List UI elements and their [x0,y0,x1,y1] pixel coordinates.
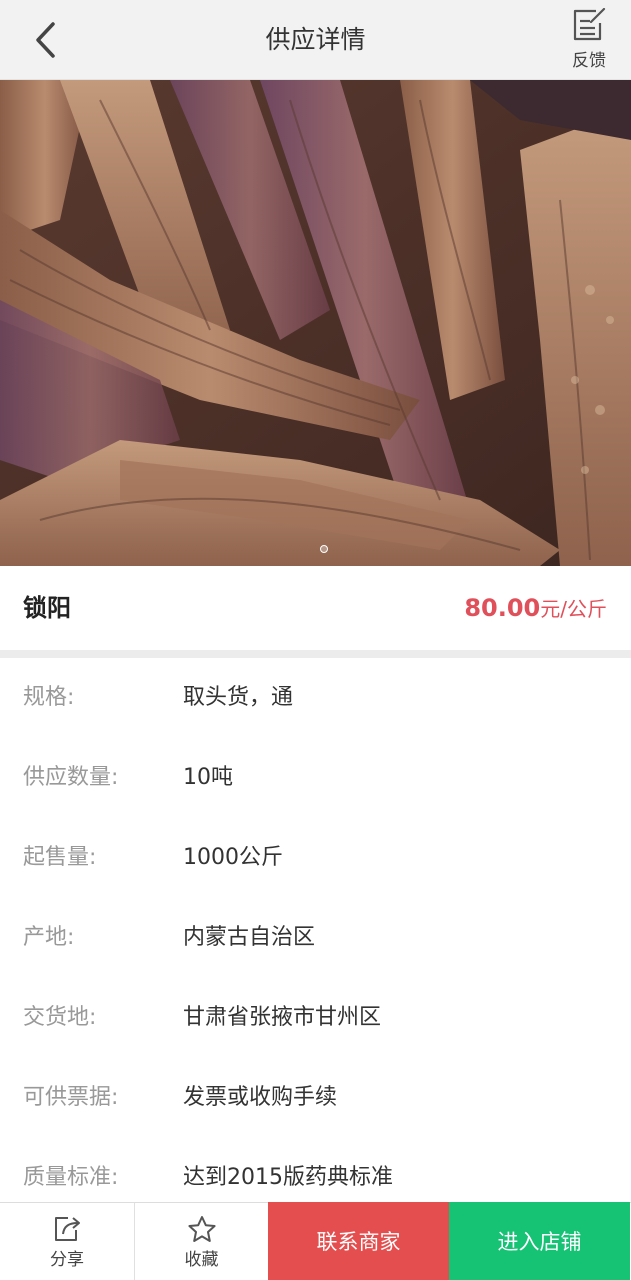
spec-label: 供应数量: [23,765,119,790]
spec-row-delivery-location: 交货地: 甘肃省张掖市甘州区 [0,978,631,1058]
price-value: 80.00 [464,594,541,622]
price-unit: 元/公斤 [540,597,607,621]
spec-value: 甘肃省张掖市甘州区 [183,1005,382,1030]
enter-shop-button[interactable]: 进入店铺 [449,1202,630,1280]
spec-label: 交货地: [23,1005,97,1030]
favorite-label: 收藏 [184,1249,219,1270]
spec-value: 1000公斤 [183,845,283,870]
spec-list: 规格: 取头货，通 供应数量: 10吨 起售量: 1000公斤 产地: 内蒙古自… [0,658,631,1218]
spec-label: 可供票据: [23,1085,119,1110]
product-image-carousel[interactable] [0,80,631,566]
share-label: 分享 [50,1249,84,1270]
bottom-action-bar: 分享 收藏 联系商家 进入店铺 [0,1202,631,1280]
share-button[interactable]: 分享 [0,1203,134,1280]
section-divider [0,650,631,658]
spec-row-invoice: 可供票据: 发票或收购手续 [0,1058,631,1138]
spec-row-supply-quantity: 供应数量: 10吨 [0,738,631,818]
product-name: 锁阳 [23,594,71,622]
spec-value: 内蒙古自治区 [183,925,316,950]
product-price: 80.00元/公斤 [464,566,607,653]
spec-value: 10吨 [183,765,233,790]
product-summary: 锁阳 80.00元/公斤 [0,566,631,650]
spec-label: 规格: [23,685,75,710]
star-icon [187,1215,216,1242]
supply-detail-page: 供应详情 反馈 锁阳 80.00元/公斤 规格: 取头货，通 供应数量: 10吨… [0,0,631,1280]
spec-row-specification: 规格: 取头货，通 [0,658,631,738]
spec-row-min-order: 起售量: 1000公斤 [0,818,631,898]
spec-row-origin: 产地: 内蒙古自治区 [0,898,631,978]
page-title: 供应详情 [265,25,366,54]
spec-label: 起售量: [23,845,97,870]
top-nav-bar: 供应详情 反馈 [0,0,631,80]
feedback-label: 反馈 [572,51,606,71]
feedback-button[interactable]: 反馈 [565,8,613,72]
contact-seller-button[interactable]: 联系商家 [268,1202,449,1280]
spec-value: 发票或收购手续 [183,1085,338,1110]
share-icon [55,1216,80,1241]
product-photo [0,80,631,566]
favorite-button[interactable]: 收藏 [134,1203,268,1280]
spec-label: 产地: [23,925,75,950]
edit-note-icon [573,8,606,41]
spec-value: 取头货，通 [183,685,294,710]
carousel-indicator-dot [320,545,328,553]
